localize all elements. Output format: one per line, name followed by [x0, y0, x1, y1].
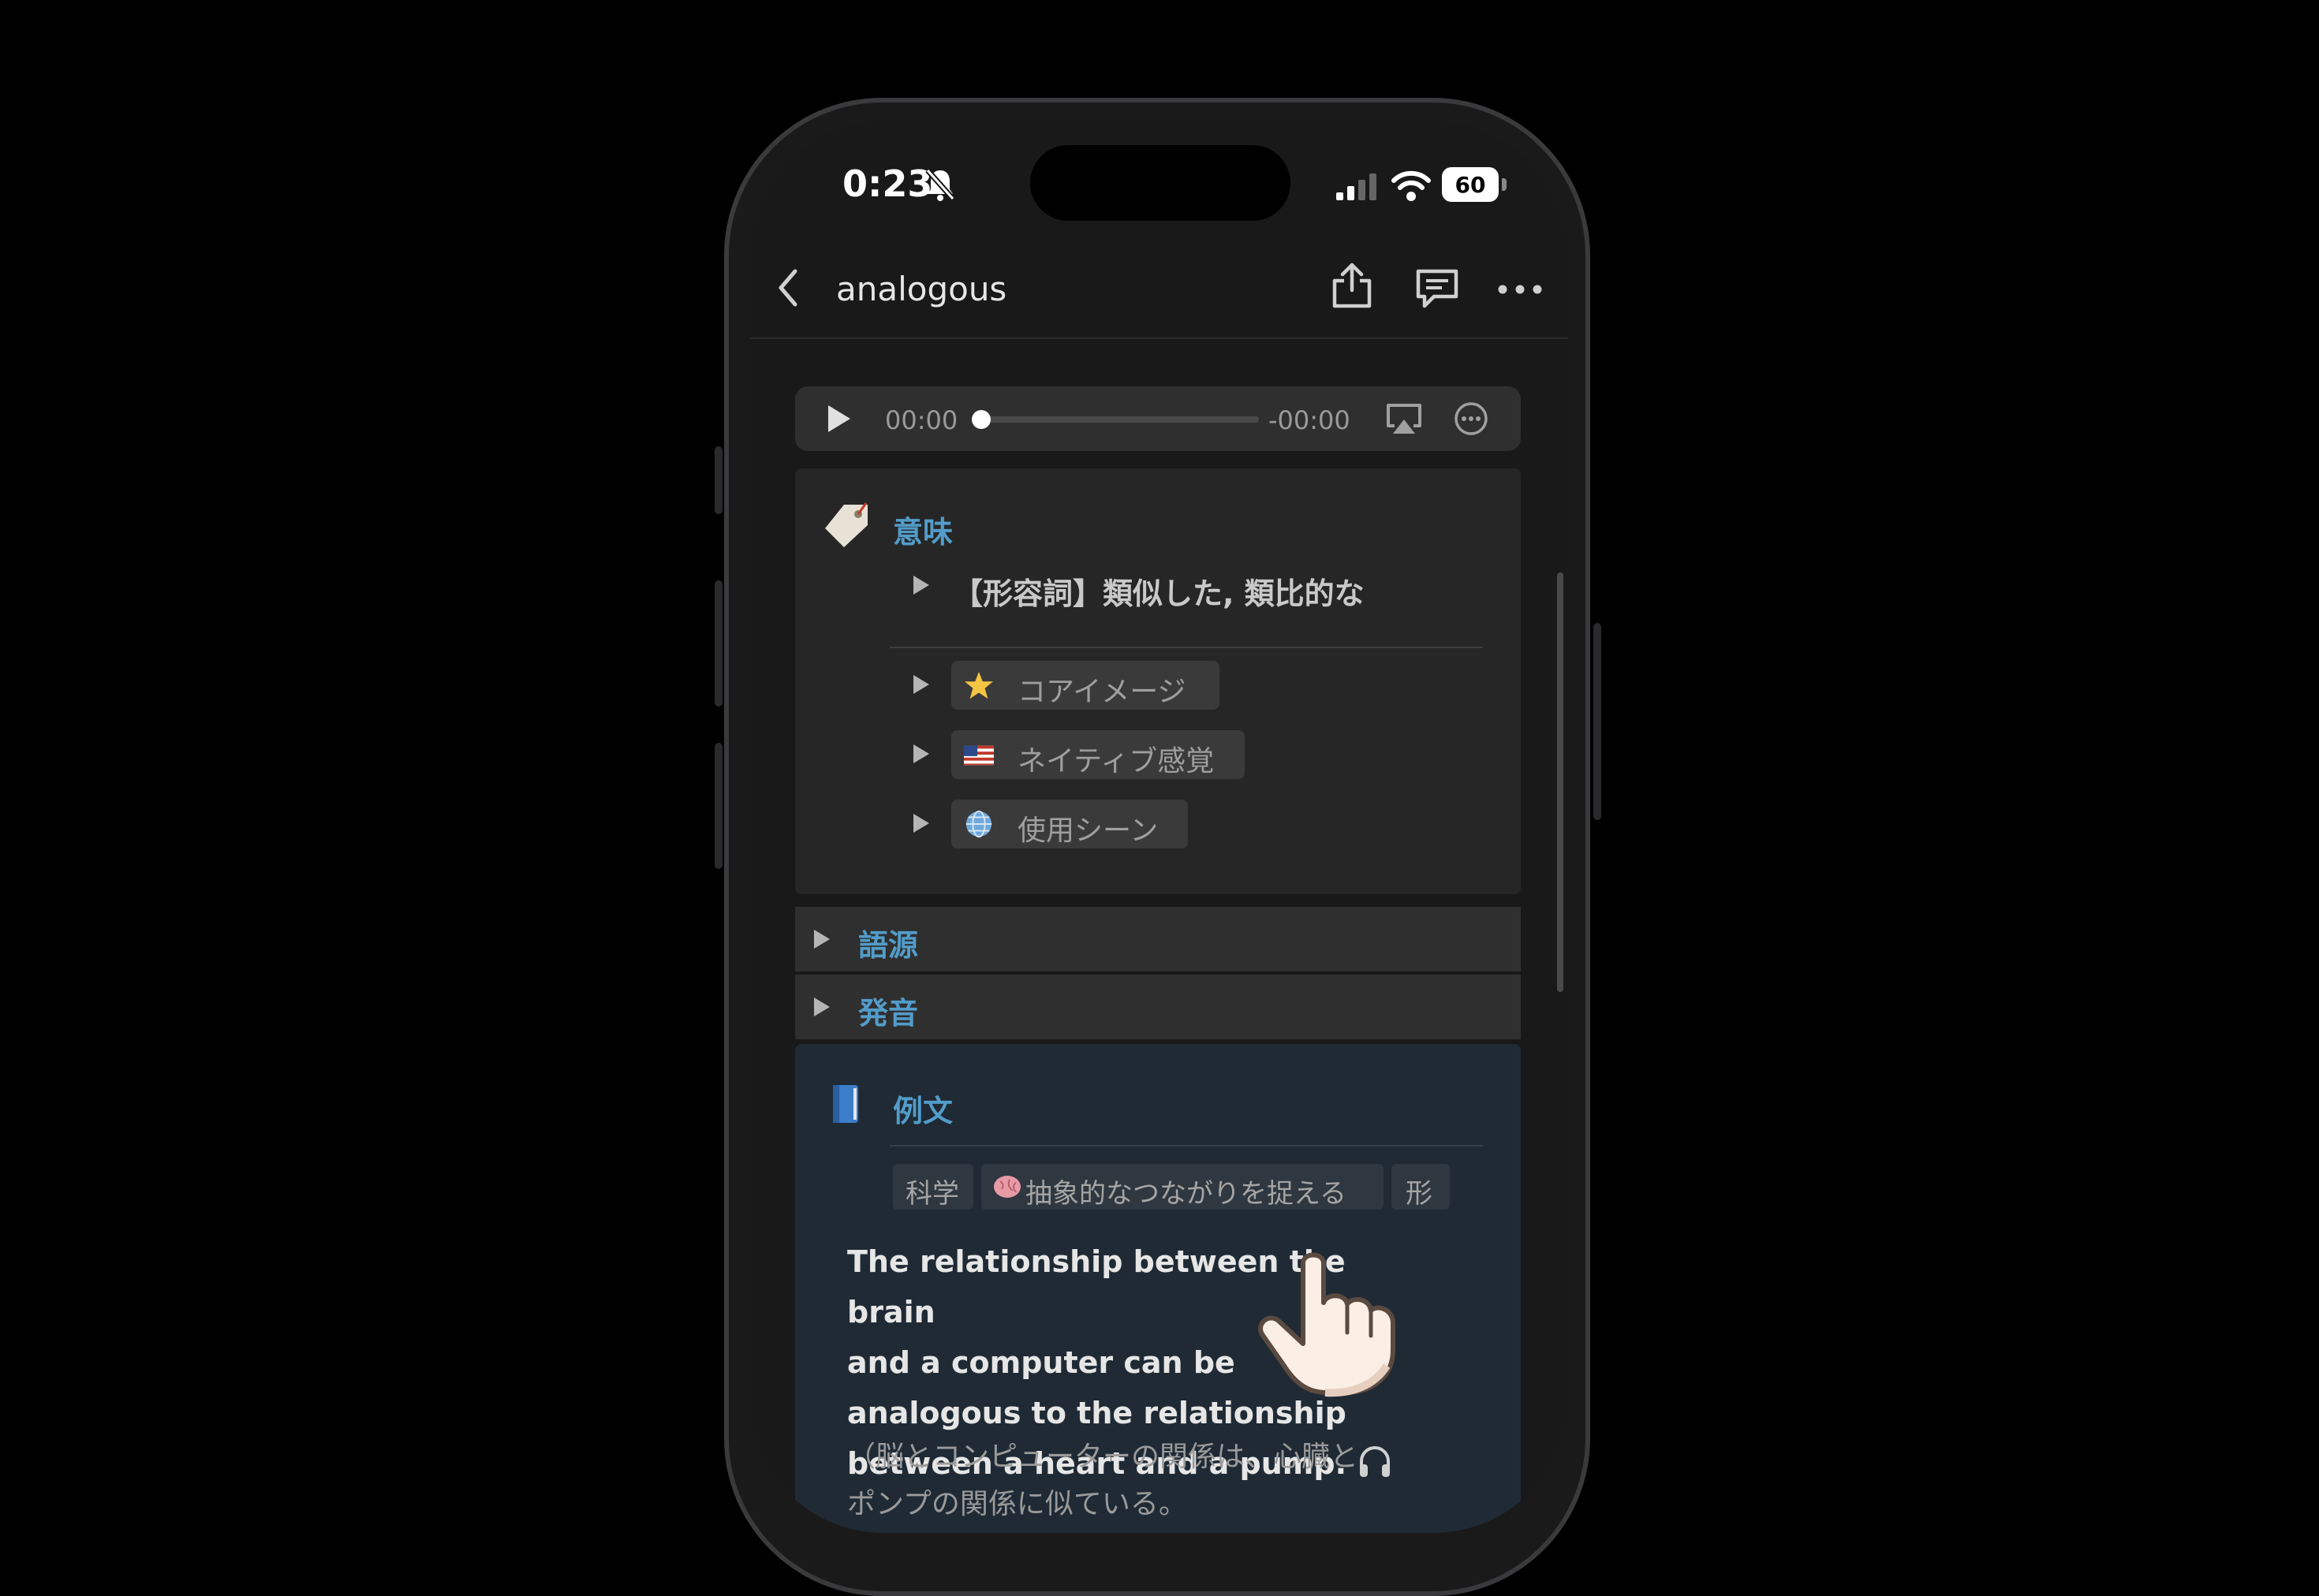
audio-player: 00:00 -00:00 [795, 386, 1521, 451]
translation-line: ポンプの関係に似ている。 [847, 1488, 1187, 1520]
etymology-toggle[interactable]: 語源 [795, 907, 1521, 971]
tag-abstract-connection[interactable]: 抽象的なつながりを捉える [981, 1164, 1384, 1210]
meaning-callout: 意味 【形容詞】類似した, 類比的な コアイメージ ネイティブ感覚 使用シーン [795, 468, 1521, 894]
phone-volume-down-button [715, 743, 723, 869]
meaning-heading: 意味 [893, 515, 954, 550]
native-feel-chip[interactable]: ネイティブ感覚 [951, 730, 1245, 779]
example-translation: （脳とコンピューターの関係は、心臓と ポンプの関係に似ている。 [847, 1434, 1431, 1528]
page-title: analogous [836, 270, 1007, 308]
phone-side-button [715, 446, 723, 514]
example-heading: 例文 [893, 1094, 954, 1128]
progress-knob[interactable] [972, 410, 991, 429]
tag-label: 形 [1406, 1178, 1432, 1210]
battery-icon: 60 [1442, 167, 1499, 202]
progress-track[interactable] [975, 416, 1259, 423]
back-chevron-icon[interactable] [776, 268, 800, 308]
definition-toggle-icon[interactable] [913, 576, 929, 595]
definition-text: 【形容詞】類似した, 類比的な [953, 576, 1365, 611]
wifi-icon [1391, 170, 1431, 201]
elapsed-time: 00:00 [885, 405, 958, 435]
chip-toggle-icon[interactable] [913, 675, 929, 694]
airplay-icon[interactable] [1385, 402, 1423, 435]
chip-toggle-icon[interactable] [913, 814, 929, 833]
tag-science[interactable]: 科学 [893, 1164, 973, 1210]
meaning-divider [890, 647, 1483, 648]
brain-icon [994, 1176, 1021, 1198]
usage-scene-chip[interactable]: 使用シーン [951, 800, 1188, 848]
cellular-signal-icon [1336, 173, 1376, 200]
chip-label: ネイティブ感覚 [1018, 745, 1215, 777]
us-flag-icon [964, 745, 994, 766]
tap-hand-cursor-icon [1258, 1252, 1395, 1397]
chip-label: コアイメージ [1018, 676, 1186, 708]
translation-line: （脳とコンピューターの関係は、心臓と [847, 1441, 1359, 1473]
phone-power-button [1593, 623, 1601, 820]
more-icon[interactable] [1497, 284, 1543, 295]
toggle-arrow-icon [814, 930, 830, 949]
scrollbar[interactable] [1557, 572, 1563, 992]
pronunciation-toggle[interactable]: 発音 [795, 975, 1521, 1039]
chip-toggle-icon[interactable] [913, 744, 929, 763]
comment-icon[interactable] [1413, 268, 1461, 311]
phone-volume-up-button [715, 580, 723, 707]
share-icon[interactable] [1330, 260, 1374, 309]
tag-adjective[interactable]: 形 [1391, 1164, 1450, 1210]
toggle-label: 発音 [858, 996, 919, 1031]
phone-screen: 0:23 60 analogous 00:00 -00:00 意味 【形容詞】類… [749, 121, 1568, 1533]
remaining-time: -00:00 [1268, 405, 1350, 435]
toggle-label: 語源 [858, 928, 919, 963]
star-icon [964, 671, 994, 699]
player-options-icon[interactable] [1453, 401, 1489, 437]
example-divider [890, 1145, 1483, 1147]
battery-cap [1502, 178, 1507, 191]
core-image-chip[interactable]: コアイメージ [951, 661, 1219, 710]
bell-slash-icon [925, 168, 955, 201]
status-time: 0:23 [842, 162, 933, 205]
play-icon[interactable] [825, 404, 852, 434]
toggle-arrow-icon [814, 998, 830, 1016]
navbar-divider [749, 337, 1568, 339]
tag-label: 抽象的なつながりを捉える [1025, 1178, 1346, 1210]
book-icon [833, 1085, 858, 1123]
dynamic-island [1030, 145, 1290, 221]
battery-level: 60 [1455, 172, 1486, 198]
globe-icon [965, 810, 992, 838]
chip-label: 使用シーン [1018, 815, 1159, 847]
tag-label-icon [825, 502, 868, 547]
tag-label: 科学 [906, 1178, 959, 1210]
